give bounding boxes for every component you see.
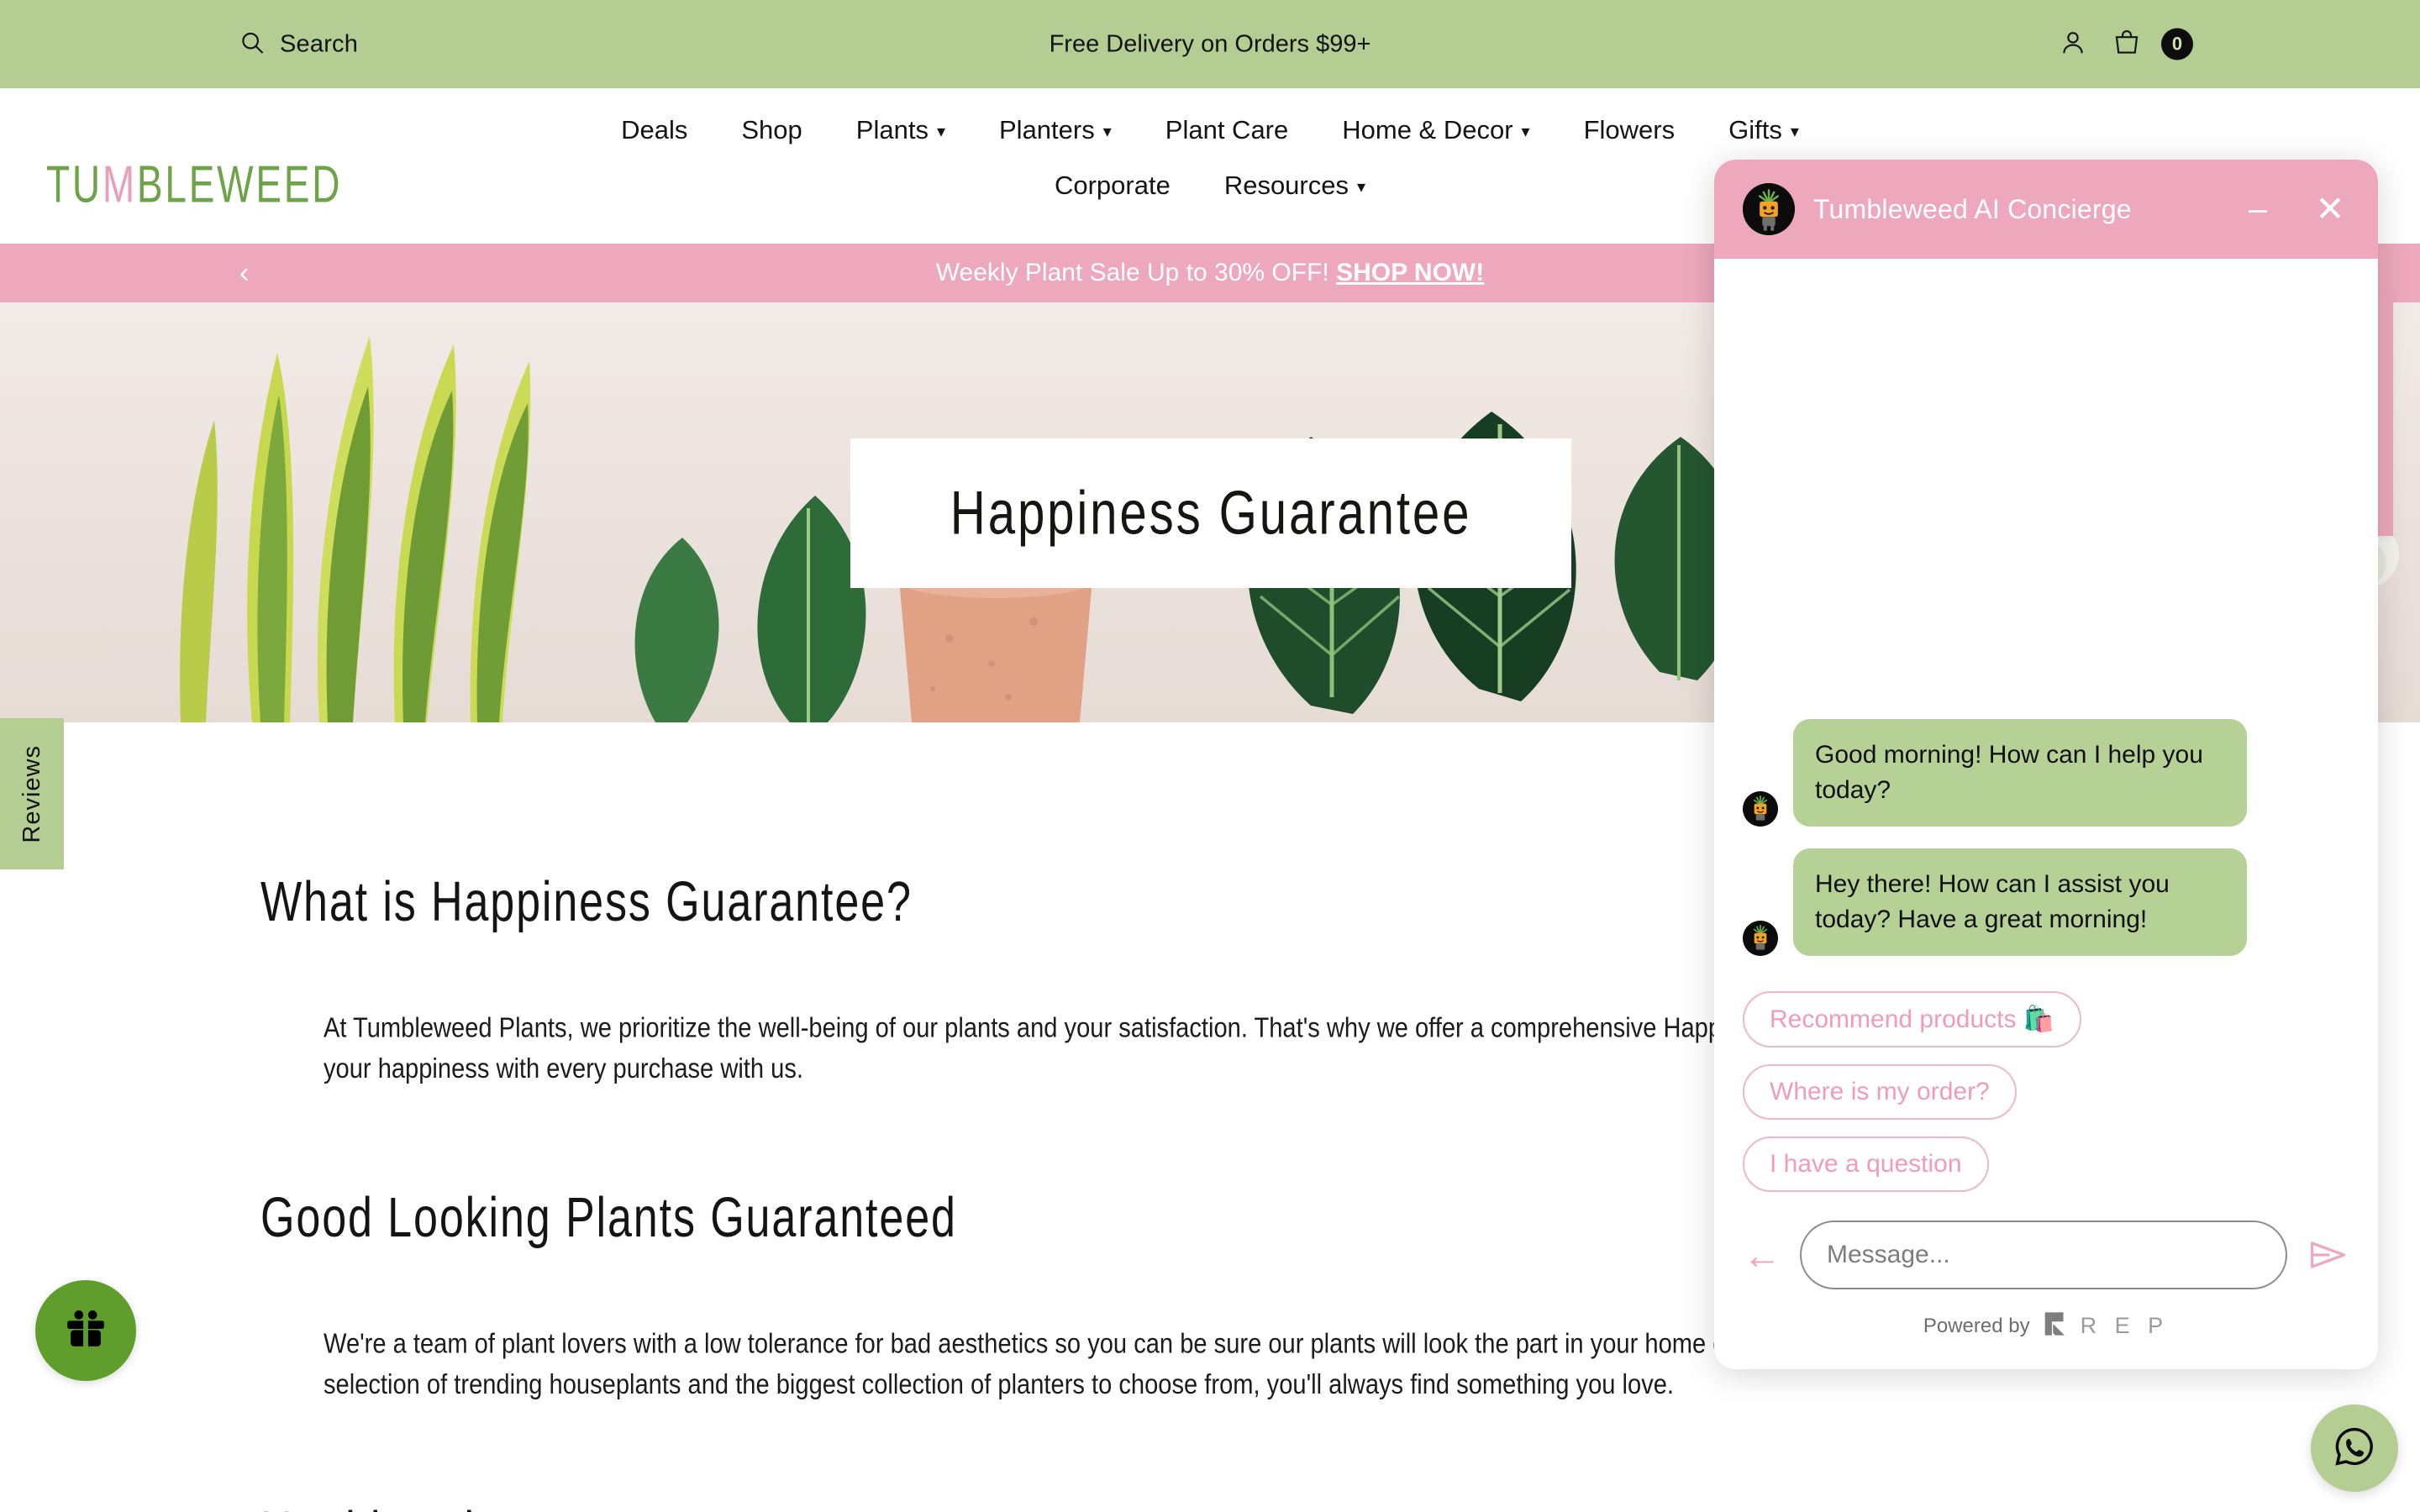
chat-bubble-bot: Hey there! How can I assist you today? H…	[1793, 848, 2247, 956]
nav-label: Corporate	[1054, 171, 1171, 200]
nav-item-plant-care[interactable]: Plant Care	[1139, 108, 1315, 152]
minimize-icon[interactable]: –	[2238, 192, 2277, 226]
topbar-actions: 0	[2059, 28, 2193, 60]
chat-header: Tumbleweed AI Concierge – ✕	[1714, 160, 2378, 259]
ai-concierge-chat-widget: Tumbleweed AI Concierge – ✕ Good morning…	[1714, 160, 2378, 1369]
nav-item-plants[interactable]: Plants ▾	[829, 108, 972, 152]
nav-label: Resources	[1223, 171, 1349, 200]
plant-mascot-avatar-icon	[1743, 921, 1778, 956]
chat-bubble-bot: Good morning! How can I help you today?	[1793, 719, 2247, 827]
free-delivery-message: Free Delivery on Orders $99+	[1049, 30, 1371, 57]
chevron-down-icon: ▾	[1521, 123, 1530, 141]
nav-item-deals[interactable]: Deals	[594, 108, 714, 152]
nav-item-resources[interactable]: Resources ▾	[1197, 164, 1392, 207]
chat-message-list[interactable]: Good morning! How can I help you today?	[1714, 259, 2378, 978]
chat-title: Tumbleweed AI Concierge	[1813, 193, 2132, 224]
nav-item-gifts[interactable]: Gifts ▾	[1702, 108, 1826, 152]
shop-now-link[interactable]: SHOP NOW!	[1336, 259, 1484, 286]
search-label: Search	[280, 30, 359, 57]
chevron-down-icon: ▾	[936, 123, 945, 141]
quick-reply-where-is-my-order[interactable]: Where is my order?	[1743, 1064, 2017, 1120]
nav-item-home-decor[interactable]: Home & Decor ▾	[1315, 108, 1556, 152]
chat-message: Hey there! How can I assist you today? H…	[1743, 848, 2349, 956]
nav-row-primary: Deals Shop Plants ▾ Planters ▾ Plant Care …	[594, 108, 1826, 152]
nav-item-corporate[interactable]: Corporate	[1028, 164, 1197, 207]
reviews-tab-label: Reviews	[18, 744, 45, 843]
whatsapp-button[interactable]	[2311, 1404, 2398, 1492]
plant-mascot-avatar-icon	[1743, 183, 1795, 235]
nav-item-planters[interactable]: Planters ▾	[972, 108, 1139, 152]
search-button[interactable]: Search	[239, 29, 358, 59]
gift-rewards-button[interactable]	[35, 1280, 136, 1381]
cart-count-badge: 0	[2161, 28, 2193, 60]
nav-label: Planters	[999, 115, 1095, 144]
chevron-down-icon: ▾	[1790, 123, 1799, 141]
quick-reply-list: Recommend products 🛍️ Where is my order?…	[1714, 978, 2378, 1192]
nav-row-secondary: Corporate Resources ▾	[1028, 164, 1392, 207]
chat-message: Good morning! How can I help you today?	[1743, 719, 2349, 827]
nav-label: Flowers	[1583, 115, 1676, 144]
promo-banner-text: Weekly Plant Sale Up to 30% OFF! SHOP NO…	[936, 259, 1484, 287]
chevron-down-icon: ▾	[1357, 178, 1366, 197]
promo-text-label: Weekly Plant Sale Up to 30% OFF!	[935, 259, 1329, 286]
nav-label: Plant Care	[1165, 115, 1289, 144]
nav-label: Home & Decor	[1342, 115, 1513, 144]
nav-label: Gifts	[1728, 115, 1782, 144]
powered-by-label: Powered by	[1923, 1314, 2030, 1337]
rep-brand-label: R E P	[2080, 1313, 2170, 1338]
shopping-bag-icon[interactable]	[2112, 28, 2141, 60]
top-utility-bar: Search Free Delivery on Orders $99+ 0	[0, 0, 2420, 88]
user-account-icon[interactable]	[2059, 28, 2087, 60]
quick-reply-i-have-a-question[interactable]: I have a question	[1743, 1137, 1989, 1192]
nav-item-flowers[interactable]: Flowers	[1557, 108, 1702, 152]
gift-icon	[61, 1305, 110, 1357]
chevron-down-icon: ▾	[1102, 123, 1112, 141]
chevron-left-icon[interactable]: ‹	[239, 259, 249, 287]
close-icon[interactable]: ✕	[2311, 192, 2349, 227]
hero-title-box: Happiness Guarantee	[850, 438, 1571, 588]
page-root: Search Free Delivery on Orders $99+ 0 TU…	[0, 0, 2420, 1512]
back-arrow-icon[interactable]: ←	[1743, 1236, 1781, 1274]
plant-mascot-avatar-icon	[1743, 791, 1778, 827]
send-arrow-icon[interactable]	[2306, 1233, 2349, 1277]
nav-label: Plants	[855, 115, 929, 144]
search-icon	[239, 29, 265, 59]
nav-label: Deals	[621, 115, 688, 144]
reviews-tab[interactable]: Reviews	[0, 718, 64, 869]
nav-label: Shop	[741, 115, 802, 144]
quick-reply-recommend-products[interactable]: Recommend products 🛍️	[1743, 991, 2082, 1047]
chat-input-row: ←	[1714, 1192, 2378, 1289]
nav-item-shop[interactable]: Shop	[714, 108, 829, 152]
whatsapp-icon	[2333, 1425, 2376, 1473]
page-title: Happiness Guarantee	[950, 479, 1472, 548]
message-input[interactable]	[1800, 1221, 2287, 1289]
rep-logo-icon	[2044, 1311, 2067, 1341]
section-heading-healthy-plants: Healthy Plants	[260, 1499, 2269, 1512]
chat-footer: Powered by R E P	[1714, 1289, 2378, 1369]
